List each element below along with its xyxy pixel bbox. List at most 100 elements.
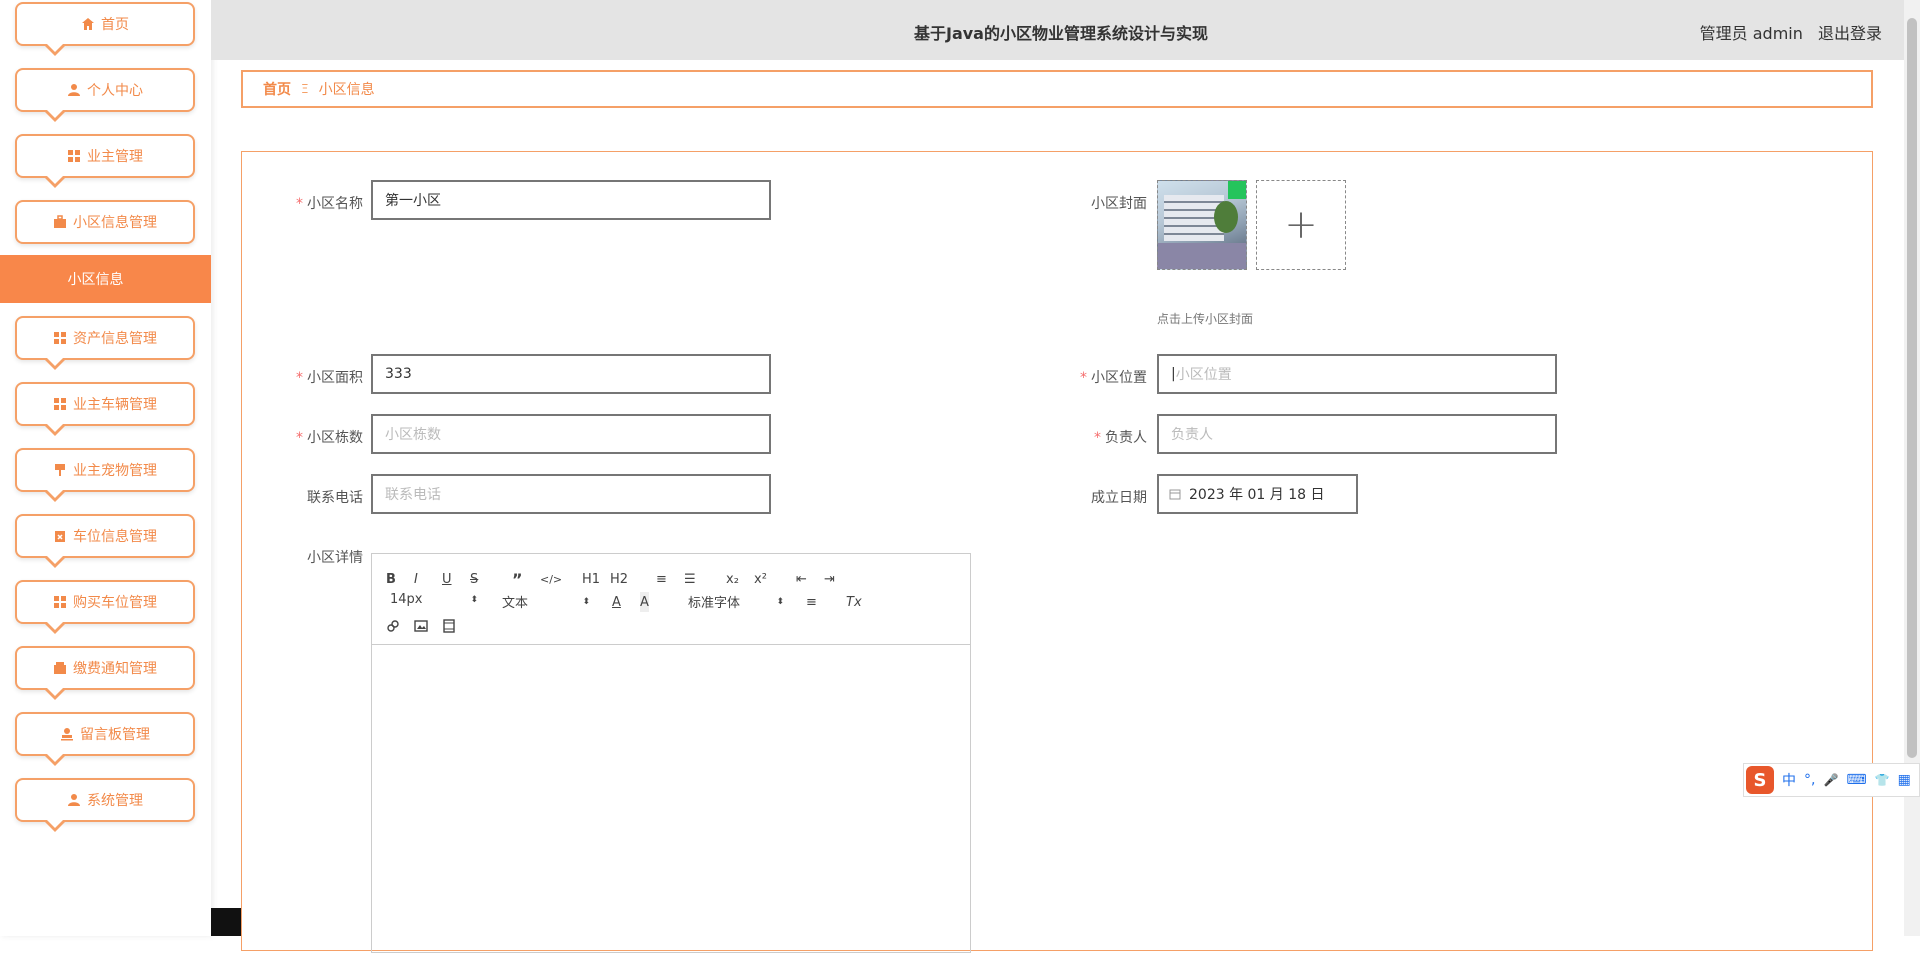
upload-tip: 点击上传小区封面 — [1157, 312, 1254, 326]
buildings-input[interactable]: 小区栋数 — [371, 414, 771, 454]
area-input[interactable]: 333 — [371, 354, 771, 394]
calendar-icon — [1169, 488, 1181, 500]
underline-button[interactable]: U — [442, 569, 452, 589]
details-label: 小区详情 — [307, 550, 363, 566]
sidebar-item-label: 留言板管理 — [80, 727, 150, 743]
video-icon[interactable] — [442, 616, 456, 636]
breadcrumb: 首页 Ξ 小区信息 — [241, 70, 1873, 108]
link-icon[interactable] — [386, 616, 400, 636]
details-editor[interactable]: B I U S ” </> H1 H2 ≡ ☰ x₂ x² ⇤ ⇥ 14px ⬍ … — [371, 553, 971, 953]
bubble-tail — [43, 818, 67, 832]
ordered-list-button[interactable]: ≡ — [656, 569, 667, 589]
sidebar-item-profile[interactable]: 个人中心 — [15, 68, 195, 122]
flag-icon — [53, 463, 67, 477]
italic-button[interactable]: I — [414, 569, 418, 589]
logout-link[interactable]: 退出登录 — [1818, 24, 1882, 43]
subscript-button[interactable]: x₂ — [726, 569, 739, 589]
bullet-list-button[interactable]: ☰ — [684, 569, 696, 589]
font-family-select[interactable]: 标准字体 ⬍ — [688, 592, 784, 611]
bubble-tail — [43, 422, 67, 436]
phone-input[interactable]: 联系电话 — [371, 474, 771, 514]
upload-cover-button[interactable]: + — [1256, 180, 1346, 270]
ime-toolbar[interactable]: S 中 °, 🎤 ⌨ 👕 ▦ — [1743, 763, 1920, 797]
home-icon — [81, 17, 95, 31]
top-header: 基于Java的小区物业管理系统设计与实现 管理员 admin 退出登录 — [211, 0, 1904, 60]
sidebar-subitem-community-info[interactable]: 小区信息 — [0, 255, 211, 303]
sidebar-item-label: 业主车辆管理 — [73, 397, 157, 413]
ime-menu-icon[interactable]: ▦ — [1898, 772, 1911, 788]
text-color-button[interactable]: A — [612, 592, 621, 612]
sidebar-item-payment[interactable]: 缴费通知管理 — [15, 646, 195, 700]
align-button[interactable]: ≡ — [806, 592, 817, 612]
bubble-tail — [43, 686, 67, 700]
bubble-tail — [43, 108, 67, 122]
sidebar-item-assets[interactable]: 资产信息管理 — [15, 316, 195, 370]
phone-label: 联系电话 — [307, 490, 363, 506]
sidebar-item-community[interactable]: 小区信息管理 — [15, 200, 195, 244]
header-select[interactable]: 文本 ⬍ — [502, 592, 590, 611]
sidebar-item-owners[interactable]: 业主管理 — [15, 134, 195, 188]
sidebar-item-system[interactable]: 系统管理 — [15, 778, 195, 832]
bubble-tail — [43, 356, 67, 370]
location-input[interactable]: | 小区位置 — [1157, 354, 1557, 394]
user-label: 管理员 admin — [1699, 24, 1803, 43]
ime-mic-icon[interactable]: 🎤 — [1823, 773, 1838, 787]
image-icon[interactable] — [414, 616, 428, 636]
sidebar-item-label: 个人中心 — [87, 83, 143, 99]
bold-button[interactable]: B — [386, 569, 396, 589]
scrollbar-thumb[interactable] — [1907, 18, 1917, 758]
sidebar-item-parking[interactable]: 车位信息管理 — [15, 514, 195, 568]
sidebar-item-label: 购买车位管理 — [73, 595, 157, 611]
ime-skin-icon[interactable]: 👕 — [1875, 773, 1890, 787]
font-size-select[interactable]: 14px ⬍ — [390, 592, 478, 607]
breadcrumb-home[interactable]: 首页 — [263, 79, 291, 99]
breadcrumb-current: 小区信息 — [318, 82, 375, 98]
sidebar-item-home[interactable]: 首页 — [15, 2, 195, 56]
name-label: * 小区名称 — [296, 196, 363, 212]
h1-button[interactable]: H1 — [582, 569, 600, 589]
sidebar-item-label: 业主宠物管理 — [73, 463, 157, 479]
grid-icon — [53, 397, 67, 411]
indent-button[interactable]: ⇥ — [824, 569, 835, 589]
editor-toolbar: B I U S ” </> H1 H2 ≡ ☰ x₂ x² ⇤ ⇥ 14px ⬍ … — [372, 554, 970, 645]
strike-button[interactable]: S — [470, 569, 478, 589]
community-name-input[interactable]: 第一小区 — [371, 180, 771, 220]
briefcase-icon — [53, 215, 67, 229]
cover-label: 小区封面 — [1091, 196, 1147, 212]
sidebar-item-buy-parking[interactable]: 购买车位管理 — [15, 580, 195, 634]
sidebar-item-vehicles[interactable]: 业主车辆管理 — [15, 382, 195, 436]
bubble-tail — [43, 620, 67, 634]
bubble-tail — [43, 752, 67, 766]
sidebar-item-label: 资产信息管理 — [73, 331, 157, 347]
grid-icon — [53, 595, 67, 609]
outdent-button[interactable]: ⇤ — [796, 569, 807, 589]
bubble-tail — [43, 42, 67, 56]
buildings-label: * 小区栋数 — [296, 430, 363, 446]
ime-punct[interactable]: °, — [1804, 772, 1815, 788]
date-input[interactable]: 2023 年 01 月 18 日 — [1157, 474, 1358, 514]
location-label: * 小区位置 — [1080, 370, 1147, 386]
sidebar-item-pets[interactable]: 业主宠物管理 — [15, 448, 195, 502]
ime-keyboard-icon[interactable]: ⌨ — [1846, 772, 1866, 788]
clear-format-button[interactable]: Tx — [846, 592, 862, 612]
sidebar-item-label: 系统管理 — [87, 793, 143, 809]
blockquote-button[interactable]: ” — [512, 569, 523, 589]
sidebar-item-messages[interactable]: 留言板管理 — [15, 712, 195, 766]
ime-lang[interactable]: 中 — [1782, 770, 1796, 790]
manager-input[interactable]: 负责人 — [1157, 414, 1557, 454]
bubble-tail — [43, 554, 67, 568]
bg-color-button[interactable]: A — [640, 592, 649, 612]
sidebar-item-label: 首页 — [101, 17, 129, 33]
grid-icon — [67, 149, 81, 163]
code-block-button[interactable]: </> — [540, 569, 562, 589]
grid-icon — [53, 331, 67, 345]
stamp-icon — [60, 727, 74, 741]
area-label: * 小区面积 — [296, 370, 363, 386]
date-label: 成立日期 — [1091, 490, 1147, 506]
cover-thumbnail[interactable] — [1157, 180, 1247, 270]
sogou-logo-icon: S — [1746, 766, 1774, 794]
bubble-tail — [43, 174, 67, 188]
h2-button[interactable]: H2 — [610, 569, 628, 589]
superscript-button[interactable]: x² — [754, 569, 767, 589]
sidebar: 首页 个人中心 业主管理 小区信息管理 小区信息 资产信息管理 业主车辆管理 业… — [0, 0, 211, 936]
